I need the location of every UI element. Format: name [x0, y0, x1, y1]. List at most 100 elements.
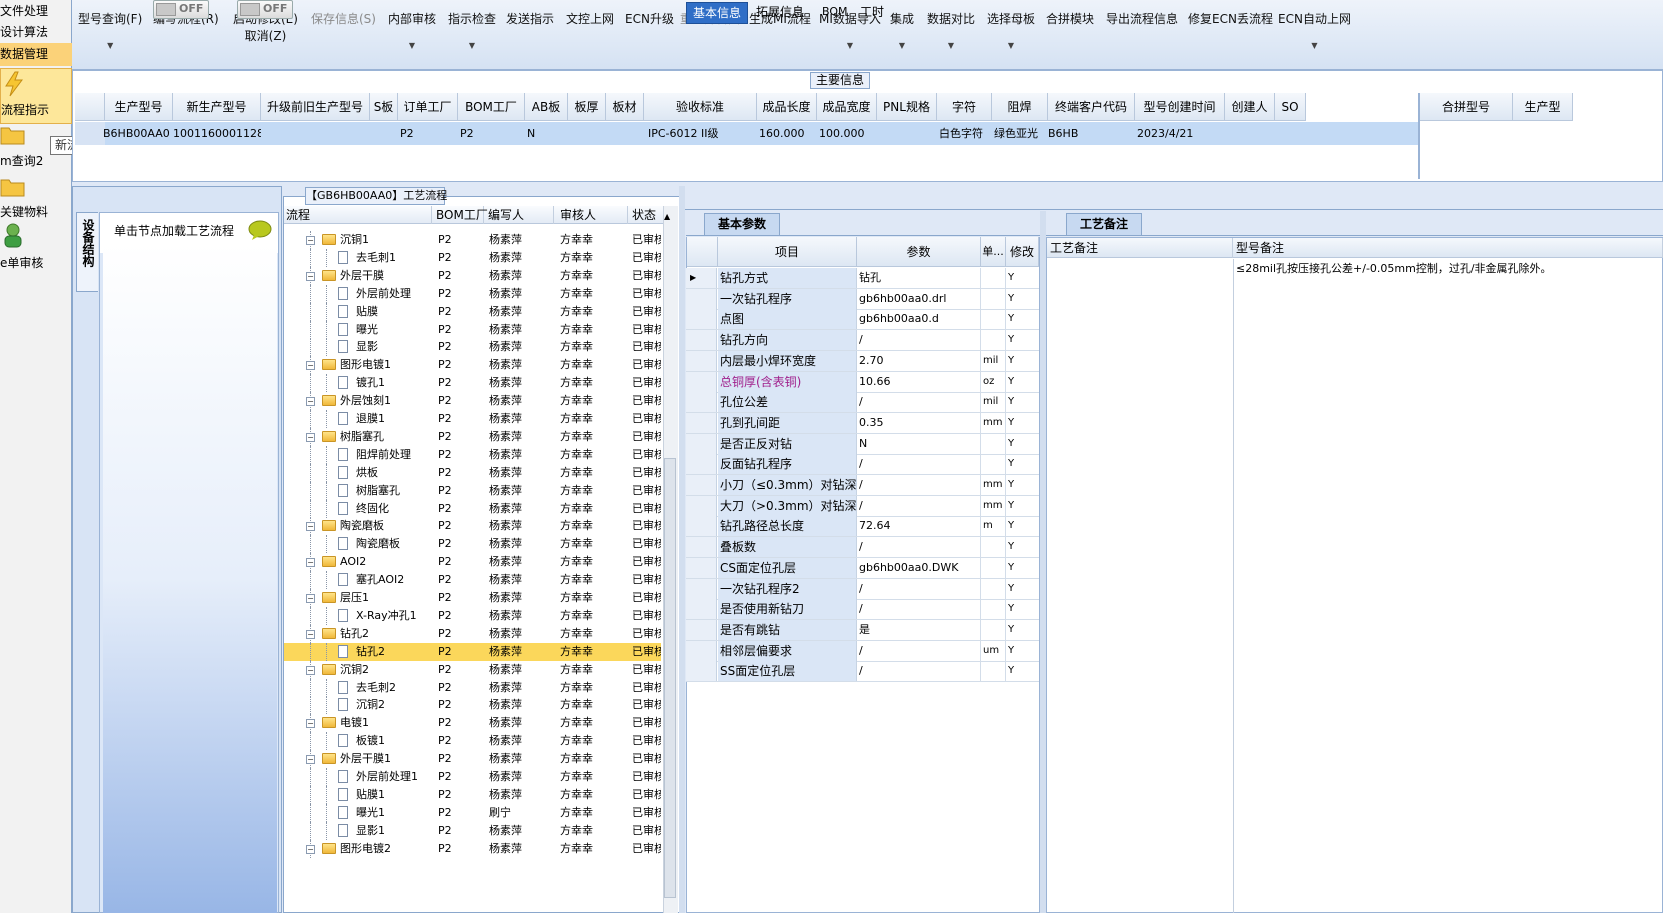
toolbar-button[interactable]: 选择母板 ▼ — [987, 10, 1035, 51]
param-modify[interactable]: Y — [1006, 496, 1038, 516]
param-row[interactable]: 一次钻孔程序 gb6hb00aa0.drl Y — [686, 288, 1039, 310]
collapse-icon[interactable]: − — [306, 719, 315, 729]
param-row[interactable]: 是否正反对钻 N Y — [686, 433, 1039, 455]
chevron-down-icon[interactable]: ▼ — [78, 41, 142, 51]
param-row[interactable]: 内层最小焊环宽度 2.70 mil Y — [686, 350, 1039, 372]
tab-basic-info[interactable]: 基本信息 — [686, 2, 749, 24]
param-modify[interactable]: Y — [1006, 351, 1038, 371]
user-icon[interactable] — [2, 222, 24, 248]
param-row[interactable]: ▶ 钻孔方式 钻孔 Y — [686, 268, 1039, 289]
col-header[interactable]: 修改 — [1006, 237, 1039, 267]
tree-row[interactable]: 沉铜2 P2 杨素萍 方幸幸 已审核 — [284, 696, 661, 715]
collapse-icon[interactable]: − — [306, 629, 315, 639]
tab-work-hours[interactable]: 工时 — [854, 2, 890, 24]
param-value[interactable]: 72.64 — [857, 516, 981, 537]
param-row[interactable]: 总铜厚(含表铜) 10.66 oz Y — [686, 371, 1039, 393]
node-tree-area[interactable] — [103, 244, 277, 913]
col-header[interactable]: 升级前旧生产型号 — [261, 93, 370, 121]
param-value[interactable]: 2.70 — [857, 350, 981, 371]
scrollbar-thumb[interactable] — [664, 458, 676, 898]
param-modify[interactable]: Y — [1006, 558, 1038, 578]
tree-row[interactable]: − 沉铜1 P2 杨素萍 方幸幸 已审核 — [284, 231, 661, 249]
tree-row[interactable]: 陶瓷磨板 P2 杨素萍 方幸幸 已审核 — [284, 535, 661, 554]
col-header[interactable]: PNL规格 — [877, 93, 937, 121]
chevron-down-icon[interactable]: ▼ — [819, 41, 881, 51]
collapse-icon[interactable]: − — [306, 236, 315, 245]
scroll-up-icon[interactable]: ▲ — [664, 212, 670, 221]
param-modify[interactable]: Y — [1006, 516, 1038, 536]
tree-row[interactable]: 显影 P2 杨素萍 方幸幸 已审核 — [284, 338, 661, 357]
toggle-switch[interactable]: OFF — [237, 0, 293, 19]
tree-row[interactable]: 树脂塞孔 P2 杨素萍 方幸幸 已审核 — [284, 481, 661, 500]
tree-row[interactable]: − 外层蚀刻1 P2 杨素萍 方幸幸 已审核 — [284, 392, 661, 411]
col-header[interactable]: 创建人 — [1225, 93, 1275, 121]
tree-row[interactable]: − 图形电镀2 P2 杨素萍 方幸幸 已审核 — [284, 839, 661, 858]
tree-row[interactable]: 终固化 P2 杨素萍 方幸幸 已审核 — [284, 499, 661, 518]
folder-icon[interactable] — [0, 124, 26, 146]
tab-extended-info[interactable]: 拓展信息 — [750, 2, 810, 24]
tree-row[interactable]: 贴膜 P2 杨素萍 方幸幸 已审核 — [284, 302, 661, 321]
param-row[interactable]: 钻孔方向 / Y — [686, 330, 1039, 352]
col-header[interactable]: 板厚 — [568, 93, 606, 121]
param-row[interactable]: 一次钻孔程序2/ Y — [686, 578, 1039, 600]
tree-row[interactable]: − 沉铜2 P2 杨素萍 方幸幸 已审核 — [284, 660, 661, 679]
col-header[interactable]: 板材 — [606, 93, 644, 121]
param-row[interactable]: CS面定位孔层 gb6hb00aa0.DWK Y — [686, 557, 1039, 579]
collapse-icon[interactable]: − — [306, 271, 315, 281]
col-header[interactable]: AB板 — [525, 93, 568, 121]
tree-row[interactable]: 烘板 P2 杨素萍 方幸幸 已审核 — [284, 463, 661, 482]
sidebar-shortcut-material[interactable]: 关键物料 — [0, 203, 48, 220]
toolbar-button[interactable]: 内部审核 ▼ — [388, 10, 436, 51]
col-header[interactable]: 生产型 — [1513, 93, 1573, 121]
tree-row[interactable]: − 层压1 P2 杨素萍 方幸幸 已审核 — [284, 589, 661, 607]
param-modify[interactable]: Y — [1006, 599, 1038, 619]
col-header[interactable]: 阻焊 — [992, 93, 1048, 121]
param-modify[interactable]: Y — [1006, 330, 1038, 350]
param-row[interactable]: 孔位公差 / mil Y — [686, 392, 1039, 414]
tree-row[interactable]: 塞孔AOI2 P2 杨素萍 方幸幸 已审核 — [284, 571, 661, 590]
col-header[interactable]: 订单工厂 — [398, 93, 458, 121]
param-modify[interactable]: Y — [1006, 475, 1038, 495]
sidebar-item-data[interactable]: 数据管理 — [0, 43, 72, 66]
col-header[interactable]: 编写人 — [484, 206, 554, 224]
col-header[interactable]: 成品长度 — [757, 93, 817, 121]
col-header[interactable]: 合拼型号 — [1420, 93, 1513, 121]
folder-icon[interactable] — [0, 176, 26, 198]
collapse-icon[interactable]: − — [306, 397, 315, 407]
tree-row[interactable]: 曝光1 P2 刷宁 方幸幸 已审核 — [284, 803, 661, 822]
param-row[interactable]: 点图 gb6hb00aa0.d Y — [686, 309, 1039, 331]
param-row[interactable]: 叠板数 / Y — [686, 537, 1039, 559]
tree-row[interactable]: 去毛刺2 P2 杨素萍 方幸幸 已审核 — [284, 678, 661, 697]
tree-row[interactable]: − 陶瓷磨板 P2 杨素萍 方幸幸 已审核 — [284, 517, 661, 536]
col-header[interactable]: 验收标准 — [644, 93, 757, 121]
sidebar-shortcut-query[interactable]: m查询2 — [0, 152, 43, 169]
toggle-switch[interactable]: OFF — [153, 0, 209, 19]
param-row[interactable]: 是否使用新钻刀 / Y — [686, 599, 1039, 621]
param-modify[interactable]: Y — [1006, 579, 1038, 599]
tree-row[interactable]: 钻孔2 P2 杨素萍 方幸幸 已审核 — [284, 642, 661, 661]
tree-row[interactable]: 阻焊前处理 P2 杨素萍 方幸幸 已审核 — [284, 445, 661, 464]
tree-row[interactable]: 去毛刺1 P2 杨素萍 方幸幸 已审核 — [284, 248, 661, 267]
chevron-down-icon[interactable]: ▼ — [987, 41, 1035, 51]
tree-row[interactable]: 显影1 P2 杨素萍 方幸幸 已审核 — [284, 821, 661, 840]
tree-row[interactable]: − 电镀1 P2 杨素萍 方幸幸 已审核 — [284, 714, 661, 733]
chevron-down-icon[interactable]: ▼ — [927, 41, 975, 51]
sidebar-item-algorithm[interactable]: 设计算法 — [0, 21, 72, 44]
param-row[interactable]: 大刀（>0.3mm）对钻深度 / mm Y — [686, 495, 1039, 517]
col-header[interactable]: 审核人 — [554, 206, 628, 224]
col-header[interactable]: 参数 — [857, 237, 981, 267]
param-value[interactable]: 10.66 — [857, 371, 981, 392]
collapse-icon[interactable]: − — [306, 665, 315, 675]
tree-row[interactable]: 退膜1 P2 杨素萍 方幸幸 已审核 — [284, 410, 661, 428]
param-value[interactable]: / — [857, 495, 981, 516]
tree-row[interactable]: 镀孔1 P2 杨素萍 方幸幸 已审核 — [284, 374, 661, 393]
param-row[interactable]: 是否有跳钻是 Y — [686, 619, 1039, 641]
toolbar-button[interactable]: 发送指示 — [506, 10, 554, 27]
param-modify[interactable]: Y — [1006, 661, 1038, 681]
param-value[interactable]: / — [857, 661, 981, 682]
param-row[interactable]: 相邻层偏要求 / um Y — [686, 640, 1039, 662]
toolbar-button[interactable]: 保存信息(S) — [311, 10, 376, 27]
tree-row[interactable]: − 外层干膜1 P2 杨素萍 方幸幸 已审核 — [284, 750, 661, 769]
collapse-icon[interactable]: − — [306, 594, 315, 603]
toolbar-button[interactable]: 集成 ▼ — [890, 10, 914, 51]
